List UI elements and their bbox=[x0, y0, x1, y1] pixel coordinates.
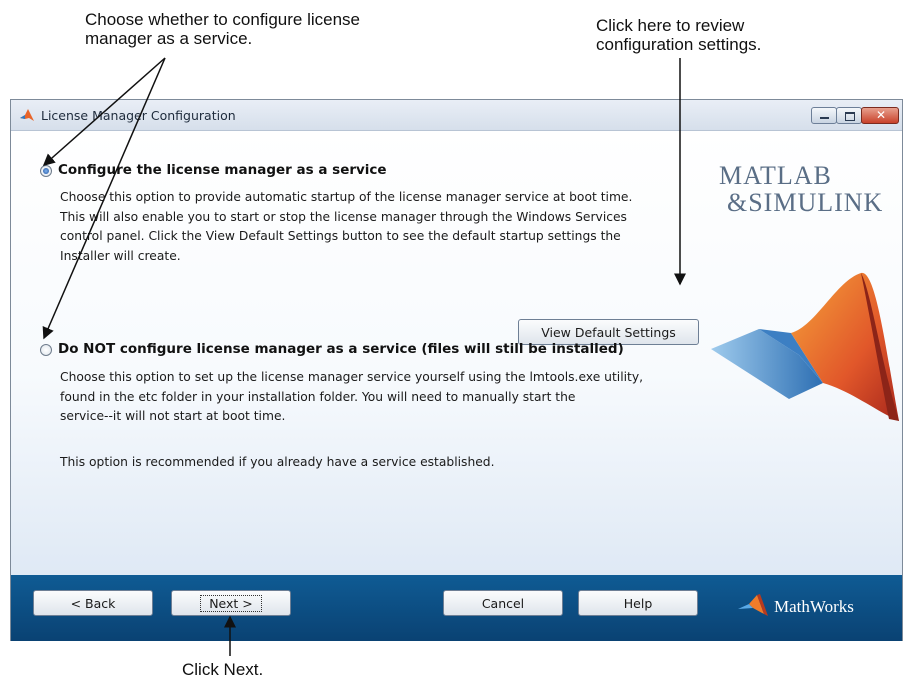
option-service-description: Choose this option to provide automatic … bbox=[60, 190, 633, 263]
window-title: License Manager Configuration bbox=[41, 108, 236, 123]
option-service-label: Configure the license manager as a servi… bbox=[58, 162, 387, 178]
option-no-service-description: Choose this option to set up the license… bbox=[60, 370, 644, 423]
next-button[interactable]: Next > bbox=[171, 590, 291, 616]
minimize-icon bbox=[820, 117, 829, 119]
membrane-logo-icon bbox=[711, 272, 899, 421]
help-button[interactable]: Help bbox=[578, 590, 698, 616]
close-icon: ✕ bbox=[876, 108, 887, 122]
option-no-service-label: Do NOT configure license manager as a se… bbox=[58, 341, 624, 357]
cancel-button[interactable]: Cancel bbox=[443, 590, 563, 616]
annotation-click-next: Click Next. bbox=[182, 660, 264, 679]
next-button-label: Next > bbox=[200, 594, 262, 612]
close-button[interactable]: ✕ bbox=[861, 107, 899, 124]
title-bar: License Manager Configuration ✕ bbox=[11, 100, 902, 131]
license-manager-window: License Manager Configuration ✕ Configur… bbox=[10, 99, 903, 641]
maximize-icon bbox=[845, 112, 855, 121]
annotation-review-settings: Click here to review configuration setti… bbox=[596, 16, 762, 54]
back-button[interactable]: < Back bbox=[33, 590, 153, 616]
radio-no-service[interactable] bbox=[40, 344, 52, 356]
option-no-service-note: This option is recommended if you alread… bbox=[60, 455, 495, 469]
mathworks-brand: MathWorks bbox=[774, 597, 854, 616]
matlab-logo-icon bbox=[20, 109, 34, 121]
annotation-configure-service: Choose whether to configure license mana… bbox=[85, 10, 360, 48]
minimize-button[interactable] bbox=[811, 107, 837, 124]
simulink-logo-text: &SIMULINK bbox=[727, 188, 884, 217]
dialog-footer: < Back Next > Cancel Help MathWorks bbox=[11, 575, 902, 641]
mathworks-logo-icon bbox=[738, 594, 768, 616]
radio-configure-service[interactable] bbox=[40, 165, 52, 177]
dialog-content: Configure the license manager as a servi… bbox=[11, 131, 902, 575]
maximize-button[interactable] bbox=[836, 107, 862, 124]
matlab-logo-text: MATLAB bbox=[719, 161, 832, 190]
